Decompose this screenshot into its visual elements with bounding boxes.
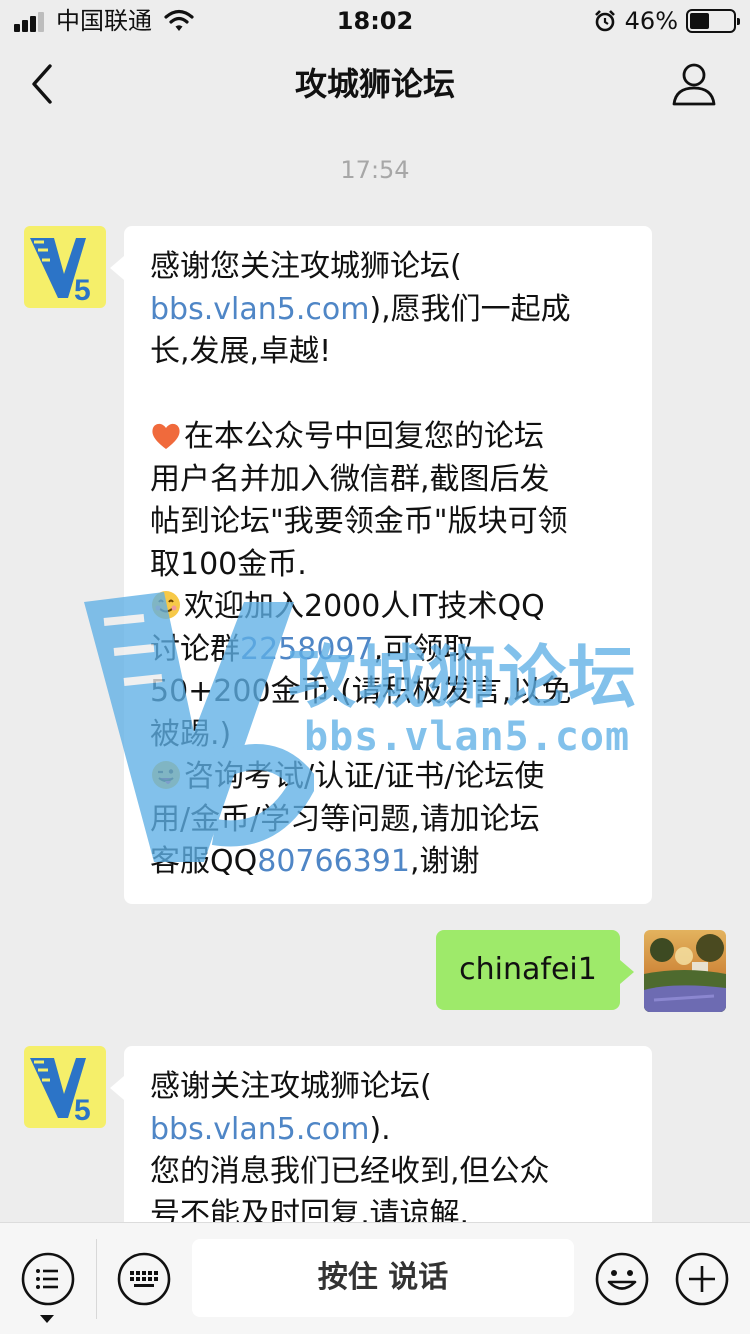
add-more-icon[interactable] — [674, 1251, 730, 1307]
winking-face-emoji-icon — [152, 761, 180, 789]
forum-url-link[interactable]: bbs.vlan5.com — [150, 292, 369, 327]
battery-percent: 46% — [624, 7, 678, 35]
menu-caret-icon — [40, 1315, 54, 1323]
official-account-avatar[interactable]: 5 — [24, 1046, 106, 1128]
svg-text:5: 5 — [74, 1094, 91, 1127]
official-account-avatar[interactable]: 5 — [24, 226, 106, 308]
chat-area[interactable]: 17:54 5 感谢您关注攻城狮论坛( bbs.vlan5.com),愿我们一起… — [0, 128, 750, 1222]
forum-url-link[interactable]: bbs.vlan5.com — [150, 1112, 369, 1147]
qq-group-link[interactable]: 2258097 — [240, 632, 374, 667]
message-text: 感谢您关注攻城狮论坛( — [150, 249, 462, 284]
message-text: 被踢.) — [150, 716, 232, 752]
page-title: 攻城狮论坛 — [294, 65, 455, 103]
message-timestamp: 17:54 — [340, 156, 410, 184]
landscape-photo-avatar — [644, 930, 726, 1012]
message-bubble-incoming[interactable]: 感谢关注攻城狮论坛( bbs.vlan5.com). 您的消息我们已经收到,但公… — [110, 1046, 652, 1223]
message-text: 咨询考试/认证/证书/论坛使 — [184, 759, 545, 794]
message-text: chinafei1 — [459, 952, 597, 987]
message-line: bbs.vlan5.com). — [150, 1109, 626, 1152]
v5-logo-icon: 5 — [24, 226, 106, 308]
message-line: 讨论群2258097,可领取 — [150, 629, 626, 672]
input-divider — [96, 1239, 97, 1319]
message-text: 用/金币/学习等问题,请加论坛 — [150, 801, 540, 837]
message-text: 长,发展,卓越! — [150, 334, 332, 369]
support-qq-link[interactable]: 80766391 — [257, 844, 410, 879]
message-bubble-outgoing[interactable]: chinafei1 — [436, 930, 634, 1010]
message-line: 感谢您关注攻城狮论坛( — [150, 246, 626, 289]
message-text: 您的消息我们已经收到,但公众 — [150, 1154, 550, 1189]
user-avatar[interactable] — [644, 930, 726, 1012]
message-text: 用户名并加入微信群,截图后发 — [150, 461, 550, 497]
menu-list-icon[interactable] — [20, 1251, 76, 1307]
message-text: 感谢关注攻城狮论坛( — [150, 1069, 432, 1104]
message-line: 用/金币/学习等问题,请加论坛 — [150, 799, 626, 842]
message-text: ). — [369, 1111, 391, 1147]
message-bubble-incoming[interactable]: 感谢您关注攻城狮论坛( bbs.vlan5.com),愿我们一起成 长,发展,卓… — [110, 226, 652, 904]
message-line: 感谢关注攻城狮论坛( — [150, 1066, 626, 1109]
message-line: 欢迎加入2000人IT技术QQ — [150, 586, 626, 629]
message-line: 客服QQ80766391,谢谢 — [150, 841, 626, 884]
message-text: 号不能及时回复,请谅解. — [150, 1196, 470, 1223]
input-bar: 按住 说话 — [0, 1222, 750, 1334]
battery-level-fill — [690, 13, 709, 29]
message-line: 咨询考试/认证/证书/论坛使 — [150, 756, 626, 799]
message-line: 50+200金币.(请积极发言,以免 — [150, 671, 626, 714]
status-right: 46% — [593, 6, 740, 36]
message-line: 号不能及时回复,请谅解. — [150, 1194, 626, 1223]
message-text: 在本公众号中回复您的论坛 — [184, 419, 544, 454]
keyboard-icon[interactable] — [116, 1251, 172, 1307]
smiling-face-emoji-icon — [152, 591, 180, 619]
v5-logo-icon: 5 — [24, 1046, 106, 1128]
hold-to-talk-button[interactable]: 按住 说话 — [192, 1239, 574, 1317]
status-bar: 中国联通 18:02 46% — [0, 0, 750, 40]
message-line: 在本公众号中回复您的论坛 — [150, 416, 626, 459]
message-line: 被踢.) — [150, 714, 626, 757]
message-text: 取100金币. — [150, 546, 307, 582]
message-text: 客服QQ — [150, 844, 258, 879]
message-text: ,可领取 — [373, 631, 474, 667]
nav-bar: 攻城狮论坛 — [0, 40, 750, 128]
message-text: ),愿我们一起成 — [369, 291, 571, 327]
message-line: 取100金币. — [150, 544, 626, 587]
message-text: 欢迎加入2000人IT技术QQ — [184, 589, 545, 624]
message-text: 帖到论坛"我要领金币"版块可领 — [150, 504, 568, 539]
message-line: bbs.vlan5.com),愿我们一起成 — [150, 289, 626, 332]
message-text: 50+200金币.(请积极发言,以免 — [150, 674, 572, 709]
message-text: 讨论群 — [150, 631, 240, 667]
profile-icon[interactable] — [670, 62, 718, 106]
emoji-icon[interactable] — [594, 1251, 650, 1307]
message-line — [150, 374, 626, 417]
message-line: 帖到论坛"我要领金币"版块可领 — [150, 501, 626, 544]
message-line: 您的消息我们已经收到,但公众 — [150, 1151, 626, 1194]
alarm-clock-icon — [594, 10, 615, 32]
svg-text:5: 5 — [74, 274, 91, 307]
message-text: ,谢谢 — [409, 844, 480, 879]
message-line: 长,发展,卓越! — [150, 331, 626, 374]
message-line: 用户名并加入微信群,截图后发 — [150, 459, 626, 502]
battery-icon — [686, 9, 740, 33]
heart-emoji-icon — [152, 423, 180, 449]
